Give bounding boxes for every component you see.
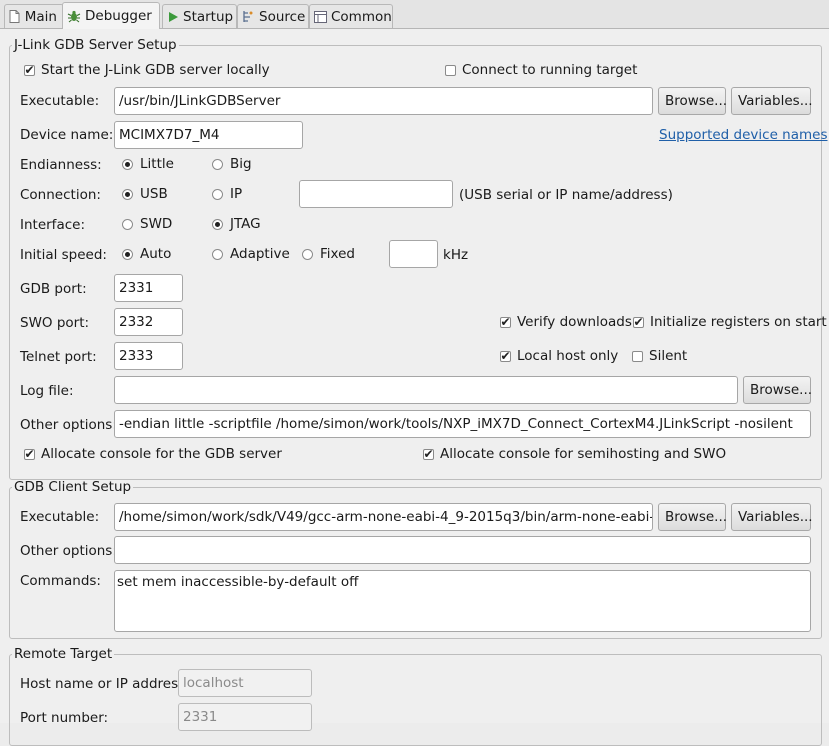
radio-dot — [212, 248, 223, 260]
radio-dot — [212, 218, 223, 230]
port-number-field[interactable]: 2331 — [178, 703, 312, 731]
remote-group: Remote Target — [9, 646, 822, 746]
client-browse-button[interactable]: Browse... — [658, 503, 727, 531]
gdb-port-field[interactable]: 2331 — [114, 274, 183, 302]
client-group-title: GDB Client Setup — [14, 479, 132, 495]
server-other-options-label: Other options: — [20, 417, 117, 433]
interface-label: Interface: — [20, 217, 85, 233]
connection-address-field[interactable] — [299, 180, 453, 208]
bug-icon — [67, 9, 81, 23]
tab-debugger[interactable]: Debugger — [62, 2, 160, 29]
connection-usb-radio[interactable]: USB — [122, 186, 168, 202]
tab-source[interactable]: Source — [237, 4, 309, 28]
log-file-label: Log file: — [20, 383, 74, 399]
log-file-field[interactable] — [114, 376, 738, 404]
radio-dot — [122, 188, 133, 200]
endianness-label: Endianness: — [20, 157, 102, 173]
executable-label: Executable: — [20, 93, 100, 109]
init-registers-checkbox[interactable]: ✔ Initialize registers on start — [633, 314, 827, 330]
device-name-label: Device name: — [20, 127, 114, 143]
checkbox-mark: ✔ — [633, 315, 644, 329]
fixed-speed-field[interactable] — [389, 240, 438, 268]
client-executable-label: Executable: — [20, 509, 100, 525]
telnet-port-field[interactable]: 2333 — [114, 342, 183, 370]
checkbox-mark: ✔ — [423, 447, 434, 461]
remote-group-title: Remote Target — [14, 646, 113, 662]
supported-device-names-link[interactable]: Supported device names — [659, 126, 828, 144]
host-field[interactable]: localhost — [178, 669, 312, 697]
server-browse-button[interactable]: Browse... — [658, 87, 727, 115]
radio-dot — [122, 218, 133, 230]
device-name-field[interactable]: MCIMX7D7_M4 — [114, 121, 303, 149]
speed-auto-radio[interactable]: Auto — [122, 246, 171, 262]
alloc-semihosting-console-checkbox[interactable]: ✔ Allocate console for semihosting and SW… — [423, 446, 726, 462]
tab-startup[interactable]: Startup — [162, 4, 237, 28]
endianness-big-radio[interactable]: Big — [212, 156, 252, 172]
local-host-only-checkbox[interactable]: ✔ Local host only — [500, 348, 618, 364]
speed-fixed-radio[interactable]: Fixed — [302, 246, 355, 262]
log-file-browse-button[interactable]: Browse... — [743, 376, 812, 404]
interface-jtag-radio[interactable]: JTAG — [212, 216, 261, 232]
radio-dot — [212, 158, 223, 170]
radio-dot — [122, 158, 133, 170]
tab-common[interactable]: Common — [309, 4, 393, 28]
client-other-options-field[interactable] — [114, 536, 811, 564]
tab-bar: Main Debugger Startup Source Common — [0, 0, 829, 29]
connection-ip-radio[interactable]: IP — [212, 186, 242, 202]
radio-dot — [212, 188, 223, 200]
client-other-options-label: Other options: — [20, 543, 117, 559]
connection-hint: (USB serial or IP name/address) — [459, 187, 673, 203]
debugger-panel: J-Link GDB Server Setup ✔ Start the J-Li… — [0, 29, 829, 746]
initial-speed-label: Initial speed: — [20, 247, 107, 263]
telnet-port-label: Telnet port: — [20, 349, 97, 365]
checkbox-mark: ✔ — [500, 349, 511, 363]
speed-adaptive-radio[interactable]: Adaptive — [212, 246, 290, 262]
silent-checkbox[interactable]: Silent — [632, 348, 687, 364]
checkbox-mark — [445, 64, 456, 76]
document-icon — [9, 10, 21, 24]
alloc-gdb-console-checkbox[interactable]: ✔ Allocate console for the GDB server — [24, 446, 282, 462]
server-variables-button[interactable]: Variables... — [731, 87, 813, 115]
interface-swd-radio[interactable]: SWD — [122, 216, 172, 232]
source-icon — [242, 10, 255, 24]
radio-dot — [122, 248, 133, 260]
common-icon — [314, 10, 327, 24]
checkbox-mark: ✔ — [24, 447, 35, 461]
checkbox-mark: ✔ — [500, 315, 511, 329]
commands-label: Commands: — [20, 573, 101, 589]
verify-downloads-checkbox[interactable]: ✔ Verify downloads — [500, 314, 632, 330]
gdb-port-label: GDB port: — [20, 281, 87, 297]
start-server-locally-checkbox[interactable]: ✔ Start the J-Link GDB server locally — [24, 62, 270, 78]
host-label: Host name or IP address: — [20, 676, 190, 692]
connect-running-target-checkbox[interactable]: Connect to running target — [445, 62, 637, 78]
commands-textarea[interactable]: set mem inaccessible-by-default off — [114, 570, 811, 632]
client-executable-field[interactable]: /home/simon/work/sdk/V49/gcc-arm-none-ea… — [114, 503, 653, 531]
play-icon — [167, 10, 179, 24]
port-number-label: Port number: — [20, 710, 109, 726]
swo-port-label: SWO port: — [20, 315, 90, 331]
connection-label: Connection: — [20, 187, 101, 203]
checkbox-mark: ✔ — [24, 63, 35, 77]
radio-dot — [302, 248, 313, 260]
client-variables-button[interactable]: Variables... — [731, 503, 813, 531]
server-executable-field[interactable]: /usr/bin/JLinkGDBServer — [114, 87, 653, 115]
server-other-options-field[interactable]: -endian little -scriptfile /home/simon/w… — [114, 410, 811, 438]
swo-port-field[interactable]: 2332 — [114, 308, 183, 336]
khz-unit-label: kHz — [443, 247, 469, 263]
server-group-title: J-Link GDB Server Setup — [14, 37, 177, 53]
checkbox-mark — [632, 350, 643, 362]
endianness-little-radio[interactable]: Little — [122, 156, 174, 172]
tab-main[interactable]: Main — [4, 4, 64, 28]
